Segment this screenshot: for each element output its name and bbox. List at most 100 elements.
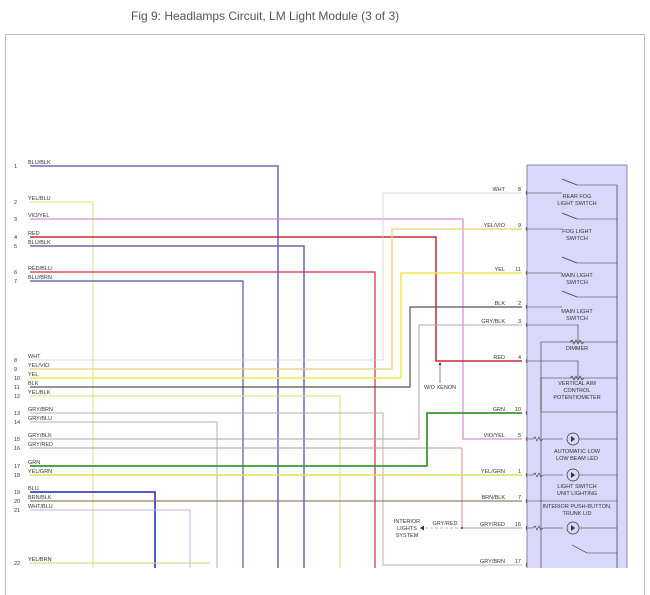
component-label: SWITCH xyxy=(566,280,588,286)
left-pin-number: 21 xyxy=(14,508,20,514)
left-wire-label: YEL/VIO xyxy=(28,363,50,369)
right-pin-number: 2 xyxy=(518,301,521,307)
left-pin-number: 19 xyxy=(14,490,20,496)
wire-red xyxy=(30,236,522,362)
left-wire-label: YEL/GRN xyxy=(28,469,52,475)
component-label: UNIT LIGHTING xyxy=(557,491,597,497)
right-pin-number: 5 xyxy=(518,433,521,439)
right-wire-label: BRN/BLK xyxy=(481,495,505,501)
right-pin-number: 17 xyxy=(515,559,521,565)
left-pin-number: 17 xyxy=(14,464,20,470)
left-wire-label: GRY/RED xyxy=(28,442,53,448)
right-wire-label: RED xyxy=(493,355,505,361)
component-label: LIGHT SWITCH xyxy=(557,484,596,490)
left-pin-number: 14 xyxy=(14,420,20,426)
interior-wire-label: GRY/RED xyxy=(433,521,458,527)
left-pin-number: 20 xyxy=(14,499,20,505)
left-pin-number: 9 xyxy=(14,367,17,373)
interior-lights-label: SYSTEM xyxy=(396,533,419,539)
component-label: TRUNK LID xyxy=(562,511,591,517)
right-wire-label: YEL/VIO xyxy=(484,223,506,229)
component-label: POTENTIOMETER xyxy=(553,395,600,401)
left-pin-number: 10 xyxy=(14,376,20,382)
arrow-up-icon xyxy=(438,362,442,365)
right-pin-number: 11 xyxy=(515,267,521,273)
right-wire-label: GRN xyxy=(493,407,505,413)
wire-gry-red xyxy=(30,447,522,529)
right-wire-label: YEL xyxy=(495,267,505,273)
left-wire-label: YEL/BRN xyxy=(28,557,52,563)
component-label: INTERIOR PUSH-BUTTON, xyxy=(543,504,612,510)
left-pin-number: 5 xyxy=(14,244,17,250)
left-wire-label: RED xyxy=(28,231,40,237)
left-wire-label: GRN xyxy=(28,460,40,466)
component-label: LIGHT SWITCH xyxy=(557,201,596,207)
right-wire-label: GRY/RED xyxy=(480,522,505,528)
left-wire-label: WHT/BLU xyxy=(28,504,53,510)
wire-blu-brn xyxy=(30,280,244,568)
left-pin-number: 11 xyxy=(14,385,20,391)
left-pin-number: 3 xyxy=(14,217,17,223)
right-wire-label: GRY/BLK xyxy=(481,319,505,325)
left-pin-number: 1 xyxy=(14,164,17,170)
wire-yel-vio xyxy=(30,228,522,370)
interior-lights-label: LIGHTS xyxy=(397,526,417,532)
right-pin-number: 16 xyxy=(515,522,521,528)
left-pin-number: 16 xyxy=(14,446,20,452)
left-pin-number: 18 xyxy=(14,473,20,479)
left-wire-label: BLU/BLK xyxy=(28,160,51,166)
left-wire-label: BLU/BRN xyxy=(28,275,52,281)
component-label: CONTROL xyxy=(564,388,591,394)
left-wire-label: BRN/BLK xyxy=(28,495,52,501)
wire-gry-blu xyxy=(30,421,218,568)
splice-dot xyxy=(461,527,463,529)
left-wire-label: BLU xyxy=(28,486,39,492)
left-pin-number: 15 xyxy=(14,437,20,443)
left-wire-label: YEL/BLK xyxy=(28,390,51,396)
left-pin-number: 12 xyxy=(14,394,20,400)
right-wire-label: VIO/YEL xyxy=(484,433,505,439)
wire-wht xyxy=(30,192,522,361)
right-pin-number: 8 xyxy=(518,187,521,193)
left-wire-label: GRY/BLU xyxy=(28,416,52,422)
right-wire-label: GRY/BRN xyxy=(480,559,505,565)
left-wire-label: GRY/BRN xyxy=(28,407,53,413)
right-pin-number: 4 xyxy=(518,355,521,361)
arrow-left-icon xyxy=(420,525,424,531)
wire-blu-blk xyxy=(30,165,279,568)
right-pin-number: 9 xyxy=(518,223,521,229)
left-pin-number: 6 xyxy=(14,270,17,276)
component-label: VERTICAL AIM xyxy=(558,381,596,387)
left-pin-number: 22 xyxy=(14,561,20,567)
left-pin-number: 7 xyxy=(14,279,17,285)
wire-wht-blu xyxy=(30,509,191,568)
right-pin-number: 1 xyxy=(518,469,521,475)
right-wire-label: BLK xyxy=(495,301,506,307)
left-wire-label: RED/BLU xyxy=(28,266,52,272)
component-label: DIMMER xyxy=(566,346,588,352)
interior-lights-label: INTERIOR xyxy=(394,519,420,525)
left-wire-label: WHT xyxy=(28,354,41,360)
right-pin-number: 10 xyxy=(515,407,521,413)
wire-blk xyxy=(30,306,522,388)
wo-xenon-note: W/O XENON xyxy=(424,385,456,391)
left-pin-number: 4 xyxy=(14,235,17,241)
component-label: REAR FOG xyxy=(563,194,592,200)
wire-blu-blk xyxy=(30,245,305,568)
component-label: SWITCH xyxy=(566,236,588,242)
left-pin-number: 8 xyxy=(14,358,17,364)
right-pin-number: 3 xyxy=(518,319,521,325)
component-label: FOG LIGHT xyxy=(562,229,592,235)
left-pin-number: 13 xyxy=(14,411,20,417)
right-wire-label: YEL/GRN xyxy=(481,469,505,475)
component-label: MAIN LIGHT xyxy=(561,309,593,315)
left-wire-label: VIO/YEL xyxy=(28,213,49,219)
wire-gry-brn xyxy=(30,412,522,566)
left-wire-label: GRY/BLK xyxy=(28,433,52,439)
left-wire-label: YEL/BLU xyxy=(28,196,51,202)
wire-red-blu xyxy=(30,271,376,568)
component-label: SWITCH xyxy=(566,316,588,322)
wire-yel-blu xyxy=(30,201,94,568)
left-wire-label: BLU/BLK xyxy=(28,240,51,246)
wire-vio-yel xyxy=(30,218,522,440)
